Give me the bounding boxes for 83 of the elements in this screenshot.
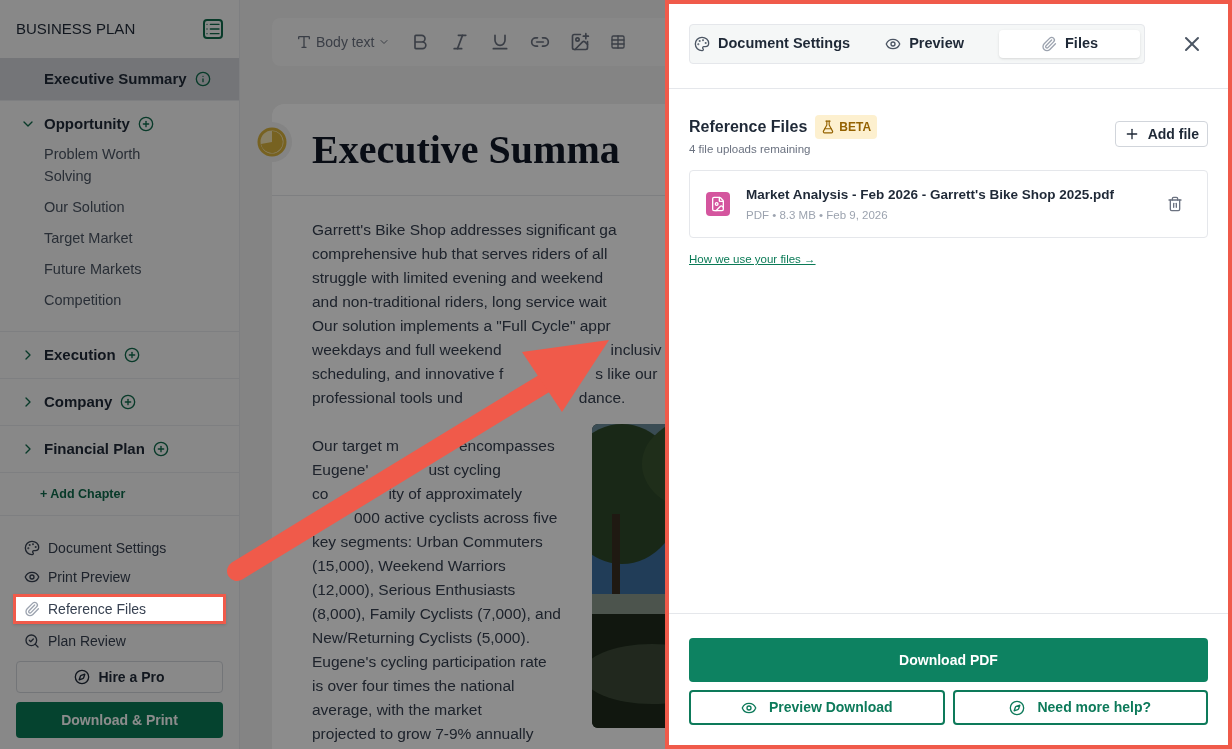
text-line: scheduling, and innovative f	[312, 364, 504, 384]
section-item[interactable]: Problem Worth Solving	[44, 143, 175, 187]
table-icon[interactable]	[610, 34, 627, 50]
file-name: Market Analysis - Feb 2026 - Garrett's Bike Shop 2025.pdf	[746, 185, 1116, 204]
compass-icon	[74, 669, 91, 685]
text-line: and non-traditional riders, long service wait	[312, 292, 607, 312]
text-style-icon	[296, 34, 312, 50]
text-style-dropdown[interactable]: Body text	[296, 31, 391, 53]
tool-item[interactable]: Plan Review	[16, 629, 223, 653]
chapter-title[interactable]: Company	[44, 390, 113, 414]
chapter-title[interactable]: Financial Plan	[44, 437, 145, 461]
text-line: encompasses	[459, 436, 555, 456]
panel-tab[interactable]: Files	[999, 30, 1140, 58]
text-line: professional tools und	[312, 388, 463, 408]
magnifier-icon	[24, 633, 40, 649]
download-pdf-button[interactable]: Download PDF	[689, 638, 1208, 682]
text-line: dance.	[578, 388, 626, 408]
compass-icon	[1009, 699, 1026, 716]
progress-icon	[257, 127, 287, 157]
chapter-item[interactable]: Executive Summary	[0, 58, 239, 101]
text-line: inclusiv	[610, 340, 662, 360]
add-icon[interactable]	[120, 394, 137, 410]
outline-icon[interactable]	[203, 19, 223, 39]
add-icon[interactable]	[123, 347, 140, 363]
tool-item[interactable]: Document Settings	[16, 536, 223, 560]
download-print-button[interactable]: Download & Print	[16, 702, 223, 738]
section-item[interactable]: Our Solution	[44, 196, 175, 218]
files-info-link[interactable]: How we use your files →	[689, 253, 816, 266]
text-line: Eugene's cycling participation rate	[312, 652, 547, 672]
eye-icon	[24, 569, 40, 585]
text-line: New/Returning Cyclists (5,000).	[312, 628, 530, 648]
uploads-remaining-text: 4 file uploads remaining	[689, 142, 812, 157]
text-line: struggle with limited evening and weekend	[312, 268, 604, 288]
text-line: (12,000), Serious Enthusiasts	[312, 580, 516, 600]
hire-pro-button[interactable]: Hire a Pro	[16, 661, 223, 693]
help-button[interactable]: Need more help?	[952, 690, 1208, 725]
eye-icon	[885, 36, 902, 52]
text-line: Eugene'	[312, 460, 369, 480]
tool-item[interactable]: Reference Files	[13, 594, 226, 624]
paperclip-icon	[24, 601, 40, 617]
add-icon[interactable]	[137, 116, 154, 132]
add-icon[interactable]	[152, 441, 169, 457]
text-line: s like our	[595, 364, 658, 384]
chapter-title[interactable]: Execution	[44, 343, 116, 367]
text-line: comprehensive hub that serves riders of all	[312, 244, 608, 264]
beta-badge: BETA	[815, 115, 878, 139]
add-chapter-link[interactable]: + Add Chapter	[40, 484, 126, 504]
text-line: Garrett's Bike Shop addresses significant ga	[312, 220, 617, 240]
section-item[interactable]: Future Markets	[44, 258, 175, 280]
text-line: Our target m	[312, 436, 399, 456]
text-line: ust cycling	[428, 460, 501, 480]
paperclip-icon	[1041, 36, 1057, 52]
text-line: average, with the market	[312, 700, 482, 720]
flask-icon	[821, 120, 836, 134]
text-line: projected to grow 7-9% annually	[312, 724, 534, 744]
panel-tab[interactable]: Preview	[854, 30, 996, 58]
sidebar-title: BUSINESS PLAN	[16, 18, 136, 39]
chapter-title: Executive Summary	[44, 68, 187, 89]
info-icon[interactable]	[194, 71, 211, 87]
text-line: (15,000), Weekend Warriors	[312, 556, 506, 576]
image-icon[interactable]	[570, 32, 591, 52]
palette-icon	[24, 540, 40, 556]
text-line: 000 active cyclists across five	[354, 508, 558, 528]
text-line: weekdays and full weekend	[312, 340, 502, 360]
text-line: (8,000), Family Cyclists (7,000), and	[312, 604, 561, 624]
section-item[interactable]: Target Market	[44, 227, 175, 249]
file-meta: PDF • 8.3 MB • Feb 9, 2026	[746, 207, 889, 223]
add-file-button[interactable]: Add file	[1114, 121, 1208, 147]
text-line: is over four times the national	[312, 676, 515, 696]
panel-tab[interactable]: Document Settings	[694, 30, 851, 58]
text-line: ity of approximately	[388, 484, 522, 504]
pdf-file-icon	[710, 196, 726, 213]
text-line: co	[312, 484, 329, 504]
delete-icon[interactable]	[1167, 196, 1183, 213]
text-line: key segments: Urban Commuters	[312, 532, 543, 552]
section-heading: Reference Files	[689, 117, 808, 137]
document-title: Executive Summa	[312, 125, 620, 174]
preview-download-button[interactable]: Preview Download	[689, 690, 945, 725]
palette-icon	[694, 36, 710, 52]
chapter-title[interactable]: Opportunity	[44, 112, 130, 136]
tool-item[interactable]: Print Preview	[16, 565, 223, 589]
section-item[interactable]: Competition	[44, 289, 175, 311]
text-line: Our solution implements a "Full Cycle" appr	[312, 316, 611, 336]
